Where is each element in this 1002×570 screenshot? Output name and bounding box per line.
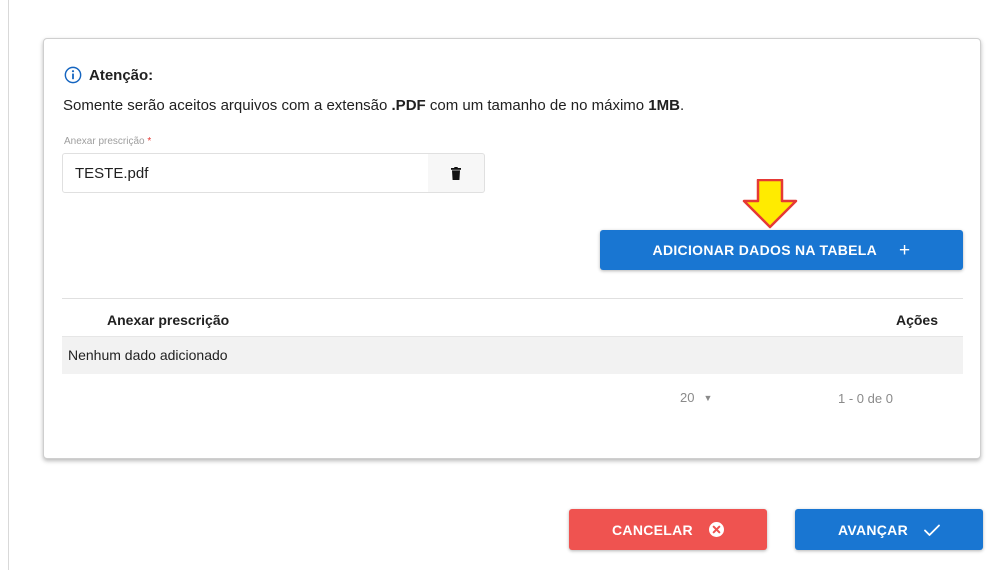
column-header-actions: Ações	[895, 312, 938, 328]
add-to-table-label: ADICIONAR DADOS NA TABELA	[652, 242, 878, 258]
next-label: AVANÇAR	[837, 521, 909, 538]
plus-icon: +	[899, 239, 911, 261]
attention-title: Atenção:	[89, 66, 154, 84]
rows-per-page-value: 20	[680, 390, 695, 405]
attention-message-text-2: com um tamanho de no máximo	[425, 97, 649, 114]
required-asterisk: *	[147, 136, 152, 147]
page-left-border	[8, 0, 9, 570]
table-top-divider	[62, 298, 963, 299]
attention-message: Somente serão aceitos arquivos com a ext…	[63, 97, 684, 114]
dropdown-triangle-icon: ▼	[703, 393, 713, 403]
info-icon	[64, 66, 82, 84]
empty-table-message: Nenhum dado adicionado	[68, 347, 228, 363]
upload-card: Atenção: Somente serão aceitos arquivos …	[43, 38, 981, 459]
down-arrow-highlight-icon	[742, 179, 798, 229]
add-to-table-button[interactable]: ADICIONAR DADOS NA TABELA +	[600, 230, 963, 270]
attention-size-limit: 1MB	[648, 97, 680, 114]
file-input[interactable]: TESTE.pdf	[62, 153, 431, 193]
delete-file-button[interactable]	[428, 153, 485, 193]
next-button[interactable]: AVANÇAR	[795, 509, 983, 550]
cancel-label: CANCELAR	[612, 521, 693, 538]
attention-message-text: Somente serão aceitos arquivos com a ext…	[63, 97, 392, 114]
attention-message-end: .	[679, 97, 685, 114]
table-row-empty: Nenhum dado adicionado	[62, 336, 963, 374]
trash-icon	[451, 166, 461, 180]
file-name-value: TESTE.pdf	[75, 165, 149, 182]
attention-extension: .PDF	[391, 97, 426, 114]
rows-per-page-select[interactable]: 20 ▼	[680, 390, 712, 405]
cancel-button[interactable]: CANCELAR	[569, 509, 767, 550]
close-circle-icon	[708, 522, 724, 537]
upload-label-text: Anexar prescrição	[64, 136, 145, 147]
column-header-file: Anexar prescrição	[107, 312, 230, 328]
pagination-range: 1 - 0 de 0	[838, 391, 893, 406]
check-icon	[924, 524, 940, 536]
attention-header: Atenção:	[64, 66, 153, 84]
upload-field-label: Anexar prescrição *	[64, 136, 151, 147]
